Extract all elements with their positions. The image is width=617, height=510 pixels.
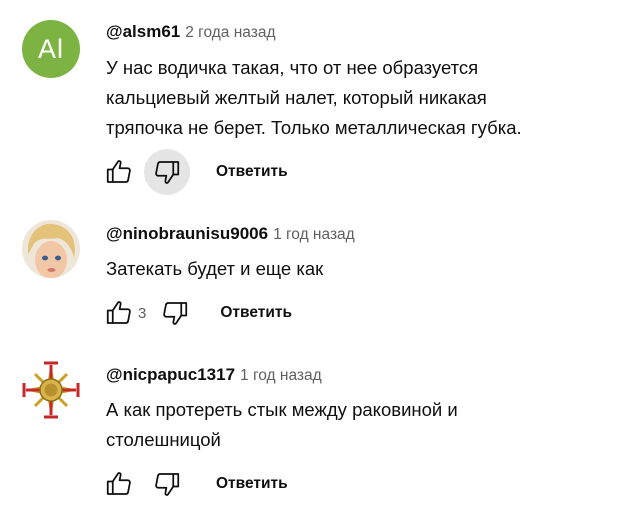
comment-time[interactable]: 1 год назад <box>240 367 322 384</box>
comment-text-line: У нас водичка такая, что от нее образует… <box>106 57 479 78</box>
thumbs-down-icon <box>155 161 180 184</box>
comment-text-line: Затекать будет и еще как <box>106 258 324 279</box>
comment-text-line: А как протереть стык между раковиной и <box>106 399 458 420</box>
like-button[interactable] <box>96 461 142 507</box>
comment-text: У нас водичка такая, что от нее образует… <box>106 53 606 143</box>
comment-header: @ninobraunisu9006 1 год назад <box>106 224 355 244</box>
thumbs-up-icon <box>106 160 131 183</box>
comment-author[interactable]: @nicpapuc1317 <box>106 365 235 384</box>
comment-actions: Ответить <box>96 461 298 507</box>
comment-time[interactable]: 2 года назад <box>185 24 275 41</box>
thumbs-up-icon <box>106 301 131 324</box>
comment-author[interactable]: @ninobraunisu9006 <box>106 224 268 243</box>
comment-text: А как протереть стык между раковиной и с… <box>106 395 606 455</box>
order-cross-emblem-icon <box>22 361 80 419</box>
comment-header: @alsm61 2 года назад <box>106 22 276 42</box>
avatar[interactable] <box>22 361 80 419</box>
comment-actions: Ответить <box>96 149 298 195</box>
avatar[interactable] <box>22 220 80 278</box>
like-button[interactable] <box>96 149 142 195</box>
dislike-button[interactable] <box>152 290 198 336</box>
thumbs-down-icon <box>163 302 188 325</box>
comment-time[interactable]: 1 год назад <box>273 226 355 243</box>
comment-actions: 3 Ответить <box>96 290 302 336</box>
thumbs-down-icon <box>155 473 180 496</box>
like-button[interactable] <box>96 290 142 336</box>
doll-face-avatar-icon <box>22 220 80 278</box>
reply-button[interactable]: Ответить <box>206 151 298 193</box>
comment-text: Затекать будет и еще как <box>106 254 606 284</box>
comment-text-line: столешницой <box>106 429 221 450</box>
like-count: 3 <box>138 304 147 322</box>
avatar[interactable]: Al <box>22 20 80 78</box>
dislike-button[interactable] <box>144 461 190 507</box>
comment-header: @nicpapuc1317 1 год назад <box>106 365 322 385</box>
comment-text-line: тряпочка не берет. Только металлическая … <box>106 117 522 138</box>
reply-button[interactable]: Ответить <box>210 292 302 334</box>
avatar-initials: Al <box>37 33 64 64</box>
reply-button[interactable]: Ответить <box>206 463 298 505</box>
comment-text-line: кальциевый желтый налет, который никакая <box>106 87 487 108</box>
dislike-button[interactable] <box>144 149 190 195</box>
thumbs-up-icon <box>106 472 131 495</box>
comment-author[interactable]: @alsm61 <box>106 22 180 41</box>
